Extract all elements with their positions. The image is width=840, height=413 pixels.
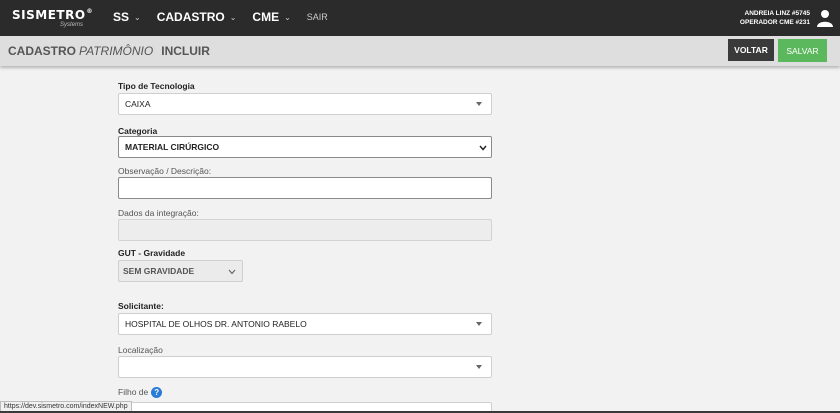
integracao-label: Dados da integração: xyxy=(118,208,199,218)
categoria-label: Categoria xyxy=(118,126,158,136)
menu-cme[interactable]: CME ⌄ xyxy=(252,10,290,24)
user-role: OPERADOR CME #231 xyxy=(739,19,810,26)
top-navbar: SISMETRO® Systems SS ⌄ CADASTRO ⌄ CME ⌄ SAI… xyxy=(0,0,840,36)
integracao-input xyxy=(118,219,492,241)
solicitante-value: HOSPITAL DE OLHOS DR. ANTONIO RABELO xyxy=(125,319,307,329)
solicitante-label: Solicitante: xyxy=(118,301,164,311)
solicitante-select[interactable]: HOSPITAL DE OLHOS DR. ANTONIO RABELO xyxy=(118,313,492,335)
gut-gravidade-label: GUT - Gravidade xyxy=(118,248,186,258)
caret-down-icon xyxy=(476,365,482,369)
chevron-down-icon: ⌄ xyxy=(284,12,291,22)
menu-cadastro-label: CADASTRO xyxy=(156,10,225,24)
menu-ss[interactable]: SS ⌄ xyxy=(113,10,141,24)
menu-cme-label: CME xyxy=(252,10,280,24)
breadcrumb: CADASTRO PATRIMÔNIO INCLUIR xyxy=(8,44,210,58)
crumb-incluir: INCLUIR xyxy=(161,44,210,58)
chevron-down-icon: ⌄ xyxy=(229,12,237,22)
observacao-label: Observação / Descrição: xyxy=(118,166,212,176)
tipo-tecnologia-select[interactable]: CAIXA xyxy=(118,93,492,115)
filho-de-text: Filho de xyxy=(118,387,149,397)
main-menu: SS ⌄ CADASTRO ⌄ CME ⌄ SAIR xyxy=(113,10,344,24)
categoria-select[interactable]: MATERIAL CIRÚRGICO xyxy=(118,136,492,158)
chevron-down-icon: ⌄ xyxy=(134,12,141,22)
gut-gravidade-select[interactable]: SEM GRAVIDADE xyxy=(118,260,243,282)
observacao-input[interactable] xyxy=(118,177,492,199)
gut-gravidade-value: SEM GRAVIDADE xyxy=(123,266,195,276)
tipo-tecnologia-value: CAIXA xyxy=(125,99,151,109)
localizacao-select[interactable] xyxy=(118,356,492,378)
user-info[interactable]: ANDREIA LINZ #5745 OPERADOR CME #231 xyxy=(740,9,810,27)
caret-down-icon xyxy=(476,102,482,106)
crumb-patrimonio: PATRIMÔNIO xyxy=(79,44,154,58)
page-header: CADASTRO PATRIMÔNIO INCLUIR VOLTAR SALVAR xyxy=(0,36,840,66)
voltar-button[interactable]: VOLTAR xyxy=(728,39,774,61)
user-icon[interactable] xyxy=(816,9,834,27)
tipo-tecnologia-label: Tipo de Tecnologia xyxy=(118,81,195,91)
menu-ss-label: SS xyxy=(113,10,130,24)
logout-link[interactable]: SAIR xyxy=(307,12,328,22)
categoria-value: MATERIAL CIRÚRGICO xyxy=(125,142,220,152)
localizacao-label: Localização xyxy=(118,345,163,355)
logo-text: SISMETRO xyxy=(12,8,86,22)
menu-cadastro[interactable]: CADASTRO ⌄ xyxy=(157,10,237,24)
logo-registered-mark: ® xyxy=(86,8,94,15)
caret-down-icon xyxy=(476,322,482,326)
sismetro-logo[interactable]: SISMETRO® xyxy=(12,8,93,22)
help-icon[interactable]: ? xyxy=(151,387,163,399)
filho-de-label: Filho de? xyxy=(118,387,163,399)
salvar-button[interactable]: SALVAR xyxy=(778,39,827,62)
logo-subtitle: Systems xyxy=(60,22,84,28)
chevron-down-icon xyxy=(479,145,487,151)
chevron-down-icon xyxy=(228,269,236,275)
user-name: ANDREIA LINZ #5745 xyxy=(744,10,811,17)
crumb-cadastro: CADASTRO xyxy=(8,44,76,58)
